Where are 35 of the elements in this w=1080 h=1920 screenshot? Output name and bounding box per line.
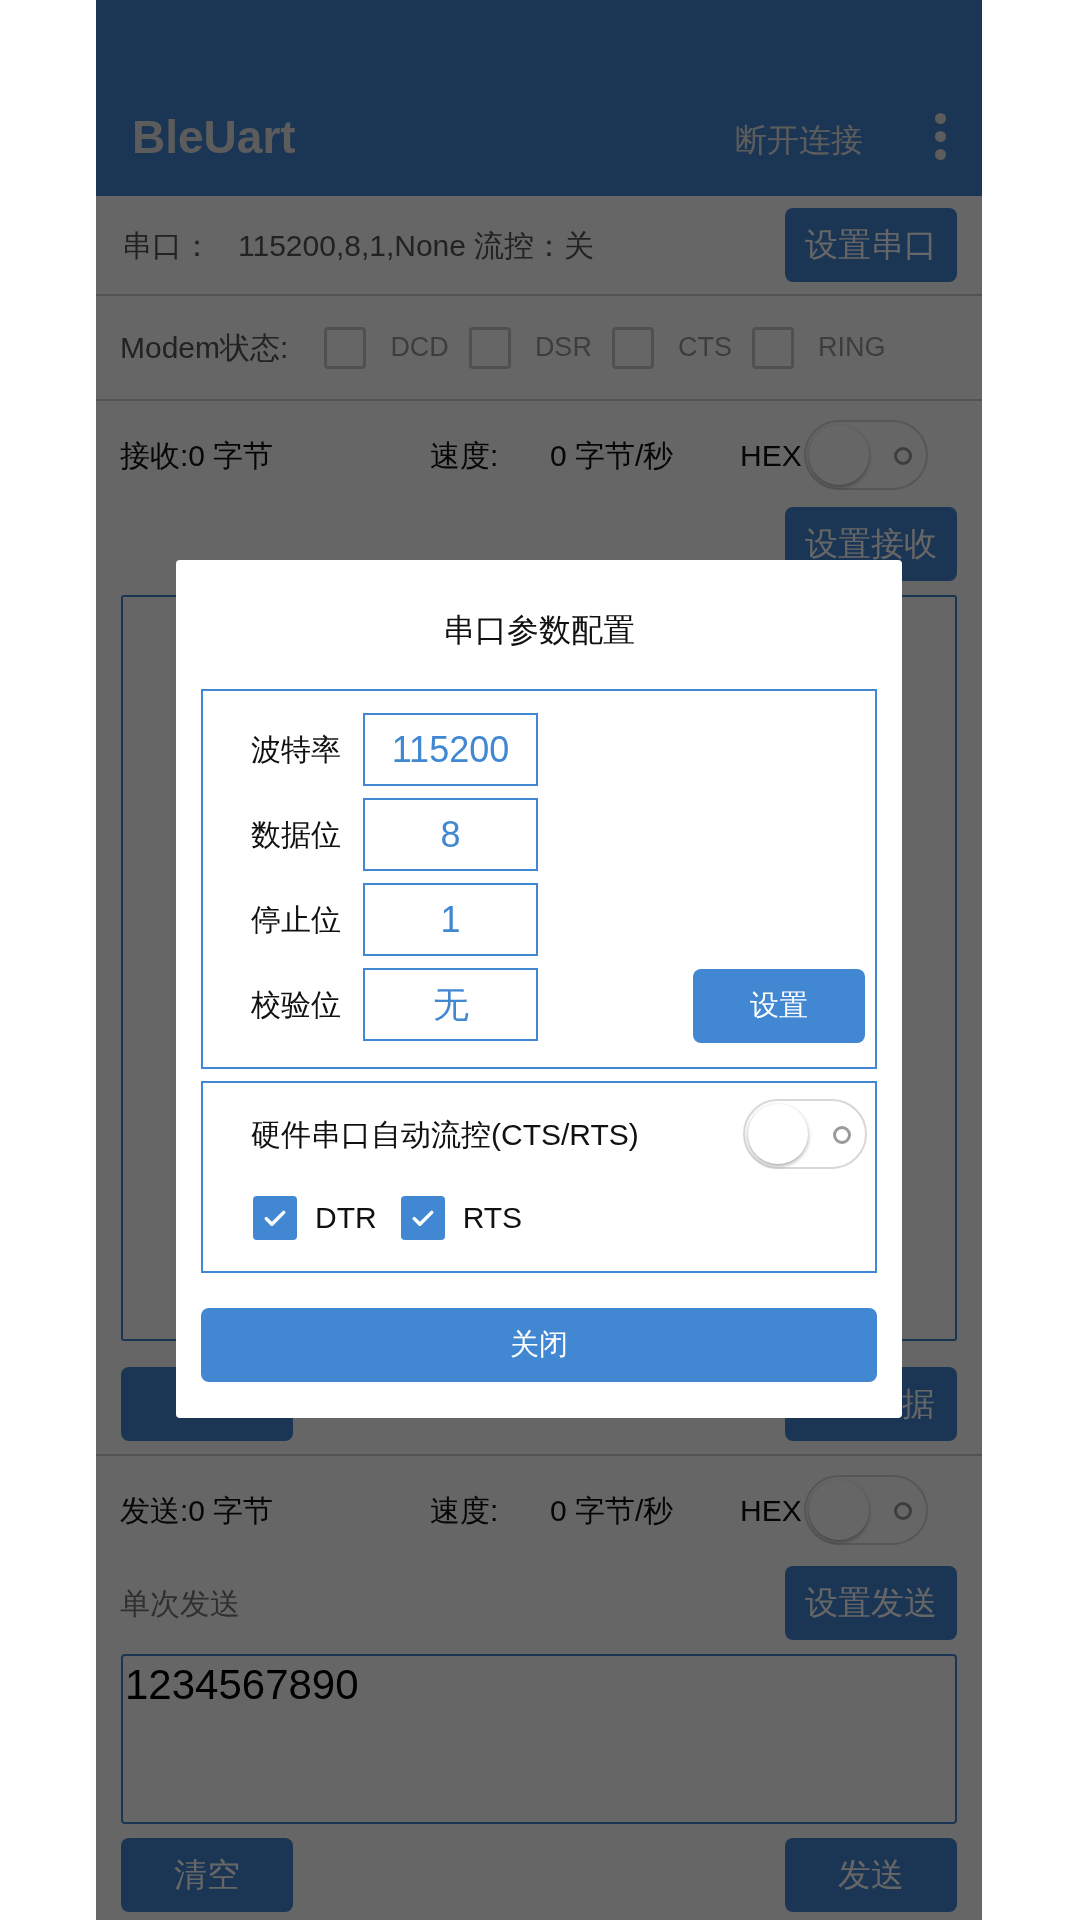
byte-count: 接收:0 字节 — [120, 437, 275, 474]
speed-label: 速度: — [430, 1492, 500, 1529]
set-serial-button[interactable]: 设置串口 — [785, 208, 957, 282]
serial-settings-text: 115200,8,1,None 流控：关 — [238, 227, 595, 264]
disconnect-button[interactable]: 断开连接 — [735, 124, 863, 156]
set-button[interactable]: 设置 — [693, 969, 865, 1043]
speed-value: 0 字节/秒 — [550, 1492, 675, 1529]
more-menu-icon[interactable] — [935, 113, 946, 160]
param-label: 校验位 — [251, 987, 342, 1023]
send-input-field[interactable]: 1234567890 — [121, 1654, 957, 1824]
set-send-button[interactable]: 设置发送 — [785, 1566, 957, 1640]
param-label: 波特率 — [251, 732, 342, 768]
speed-value: 0 字节/秒 — [550, 437, 675, 474]
param-value-field[interactable]: 8 — [363, 798, 538, 871]
send-button[interactable]: 发送 — [785, 1838, 957, 1912]
checkbox[interactable] — [253, 1195, 297, 1240]
param-value-field[interactable]: 1 — [363, 883, 538, 956]
app-title: BleUart — [132, 114, 296, 160]
param-label: 数据位 — [251, 817, 342, 853]
hex-label: HEX — [740, 437, 802, 474]
clear-button[interactable]: 清空 — [121, 1838, 293, 1912]
checkbox-label: RTS — [462, 1200, 523, 1236]
flow-control-label: 硬件串口自动流控(CTS/RTS) — [251, 1116, 639, 1153]
modem-status-label: Modem状态: — [120, 330, 289, 366]
hex-label: HEX — [740, 1492, 802, 1529]
speed-label: 速度: — [430, 437, 500, 474]
checkbox[interactable] — [400, 1195, 445, 1240]
byte-count: 发送:0 字节 — [120, 1492, 275, 1529]
param-value-field[interactable]: 无 — [363, 968, 538, 1041]
dialog-title: 串口参数配置 — [443, 614, 635, 646]
serial-label: 串口： — [122, 227, 212, 264]
checkbox-label: DTR — [315, 1200, 377, 1236]
close-button[interactable]: 关闭 — [201, 1308, 877, 1382]
param-label: 停止位 — [251, 902, 342, 938]
param-value-field[interactable]: 115200 — [363, 713, 538, 786]
